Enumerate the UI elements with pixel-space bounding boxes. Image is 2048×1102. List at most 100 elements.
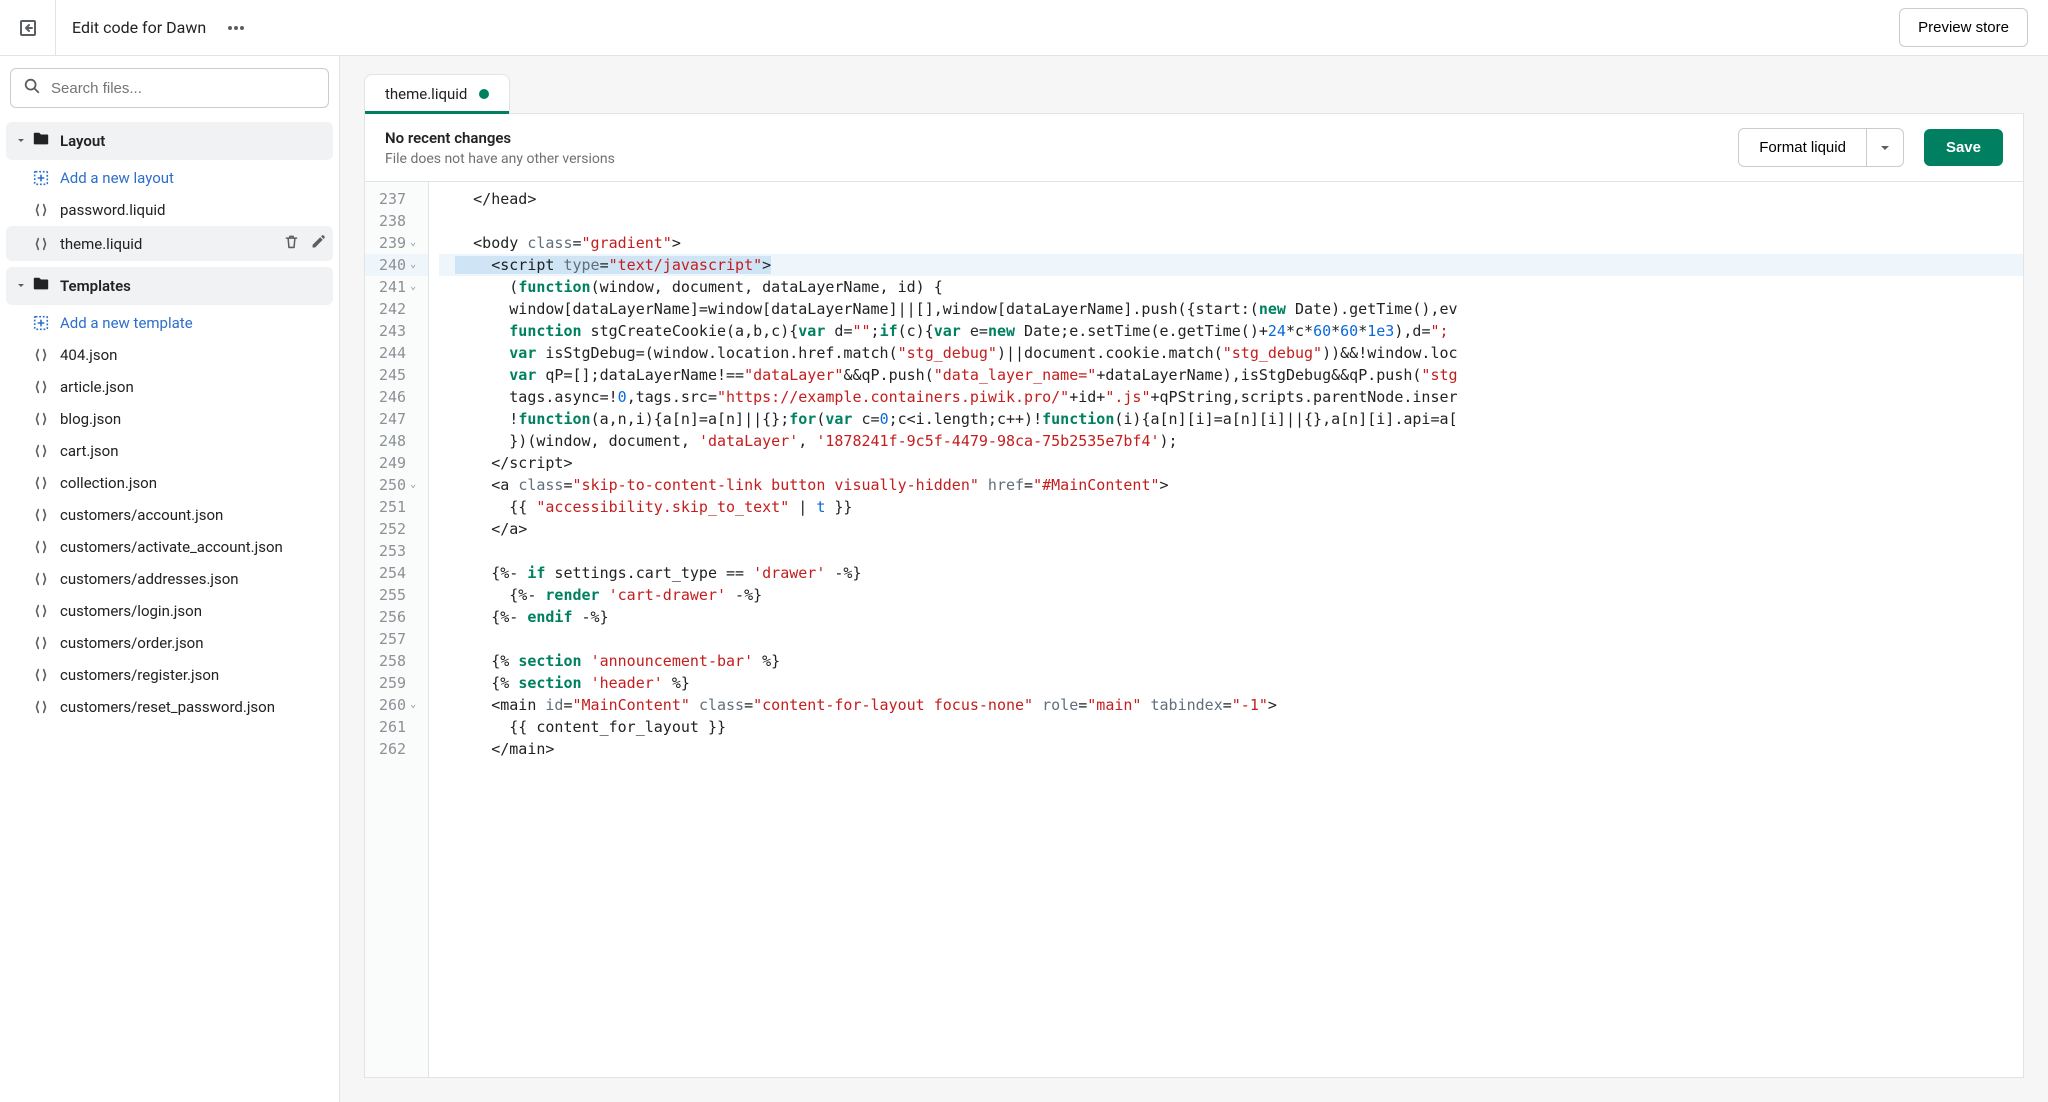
editor-tab[interactable]: theme.liquid: [364, 74, 510, 113]
line-number[interactable]: 252: [365, 518, 428, 540]
code-line[interactable]: </head>: [439, 188, 2023, 210]
file-item[interactable]: article.json: [6, 371, 333, 403]
line-number[interactable]: 248: [365, 430, 428, 452]
code-line[interactable]: {%- if settings.cart_type == 'drawer' -%…: [439, 562, 2023, 584]
dots-horizontal-icon: [227, 19, 245, 37]
preview-store-button[interactable]: Preview store: [1899, 8, 2028, 47]
code-line[interactable]: {{ content_for_layout }}: [439, 716, 2023, 738]
editor-pane: theme.liquid No recent changes File does…: [340, 56, 2048, 1102]
line-number[interactable]: 246: [365, 386, 428, 408]
tab-label: theme.liquid: [385, 85, 467, 103]
code-line[interactable]: {%- endif -%}: [439, 606, 2023, 628]
file-item[interactable]: collection.json: [6, 467, 333, 499]
file-item[interactable]: customers/order.json: [6, 627, 333, 659]
save-button[interactable]: Save: [1924, 129, 2003, 166]
line-number[interactable]: 239⌄: [365, 232, 428, 254]
file-item[interactable]: customers/register.json: [6, 659, 333, 691]
code-line[interactable]: [439, 210, 2023, 232]
line-number[interactable]: 243: [365, 320, 428, 342]
code-line[interactable]: {% section 'header' %}: [439, 672, 2023, 694]
code-line[interactable]: (function(window, document, dataLayerNam…: [439, 276, 2023, 298]
line-number[interactable]: 241⌄: [365, 276, 428, 298]
add-new-layout[interactable]: Add a new layout: [6, 162, 333, 194]
recent-changes-title: No recent changes: [385, 129, 615, 147]
file-label: customers/order.json: [60, 634, 204, 652]
file-icon: [32, 474, 50, 492]
line-number[interactable]: 238: [365, 210, 428, 232]
line-number[interactable]: 254: [365, 562, 428, 584]
code-line[interactable]: <a class="skip-to-content-link button vi…: [439, 474, 2023, 496]
line-number[interactable]: 260⌄: [365, 694, 428, 716]
line-number[interactable]: 259: [365, 672, 428, 694]
code-line[interactable]: window[dataLayerName]=window[dataLayerNa…: [439, 298, 2023, 320]
file-item[interactable]: customers/reset_password.json: [6, 691, 333, 723]
code-line[interactable]: function stgCreateCookie(a,b,c){var d=""…: [439, 320, 2023, 342]
file-item[interactable]: cart.json: [6, 435, 333, 467]
file-icon: [32, 634, 50, 652]
line-number[interactable]: 237: [365, 188, 428, 210]
line-number[interactable]: 245: [365, 364, 428, 386]
unsaved-indicator-icon: [479, 89, 489, 99]
code-line[interactable]: var qP=[];dataLayerName!=="dataLayer"&&q…: [439, 364, 2023, 386]
exit-icon: [18, 18, 38, 38]
search-files-input[interactable]: [10, 68, 329, 108]
line-number[interactable]: 242: [365, 298, 428, 320]
code-line[interactable]: {%- render 'cart-drawer' -%}: [439, 584, 2023, 606]
line-number[interactable]: 250⌄: [365, 474, 428, 496]
code-line[interactable]: })(window, document, 'dataLayer', '18782…: [439, 430, 2023, 452]
line-number[interactable]: 256: [365, 606, 428, 628]
more-menu-button[interactable]: [218, 10, 254, 46]
file-item[interactable]: customers/login.json: [6, 595, 333, 627]
code-line[interactable]: var isStgDebug=(window.location.href.mat…: [439, 342, 2023, 364]
delete-file-button[interactable]: [283, 233, 300, 254]
line-number[interactable]: 257: [365, 628, 428, 650]
file-icon: [32, 378, 50, 396]
code-line[interactable]: tags.async=!0,tags.src="https://example.…: [439, 386, 2023, 408]
code-editor[interactable]: 237238239⌄240⌄241⌄2422432442452462472482…: [364, 182, 2024, 1078]
topbar: Edit code for Dawn Preview store: [0, 0, 2048, 56]
line-number[interactable]: 255: [365, 584, 428, 606]
file-label: cart.json: [60, 442, 119, 460]
line-number[interactable]: 244: [365, 342, 428, 364]
code-line[interactable]: [439, 540, 2023, 562]
format-dropdown-button[interactable]: [1867, 128, 1904, 167]
line-number[interactable]: 249: [365, 452, 428, 474]
line-number[interactable]: 253: [365, 540, 428, 562]
file-label: article.json: [60, 378, 134, 396]
file-item[interactable]: customers/addresses.json: [6, 563, 333, 595]
code-content[interactable]: </head> <body class="gradient"> <script …: [429, 182, 2023, 1077]
line-number[interactable]: 262: [365, 738, 428, 760]
file-item[interactable]: 404.json: [6, 339, 333, 371]
code-line[interactable]: !function(a,n,i){a[n]=a[n]||{};for(var c…: [439, 408, 2023, 430]
add-icon: [32, 169, 50, 187]
exit-button[interactable]: [0, 0, 56, 56]
rename-file-button[interactable]: [310, 233, 327, 254]
folder-header-layout[interactable]: Layout: [6, 122, 333, 160]
code-line[interactable]: </main>: [439, 738, 2023, 760]
chevron-down-icon: [14, 136, 28, 146]
line-number[interactable]: 251: [365, 496, 428, 518]
file-item[interactable]: customers/account.json: [6, 499, 333, 531]
code-line[interactable]: [439, 628, 2023, 650]
format-liquid-button[interactable]: Format liquid: [1738, 128, 1867, 167]
code-line[interactable]: <body class="gradient">: [439, 232, 2023, 254]
line-number[interactable]: 258: [365, 650, 428, 672]
file-item[interactable]: customers/activate_account.json: [6, 531, 333, 563]
file-item[interactable]: blog.json: [6, 403, 333, 435]
code-line[interactable]: {% section 'announcement-bar' %}: [439, 650, 2023, 672]
code-line[interactable]: {{ "accessibility.skip_to_text" | t }}: [439, 496, 2023, 518]
file-label: customers/addresses.json: [60, 570, 239, 588]
file-item[interactable]: password.liquid: [6, 194, 333, 226]
code-line[interactable]: <script type="text/javascript">: [439, 254, 2023, 276]
folder-header-templates[interactable]: Templates: [6, 267, 333, 305]
search-input-field[interactable]: [51, 80, 316, 97]
file-item[interactable]: theme.liquid: [6, 226, 333, 261]
code-line[interactable]: </script>: [439, 452, 2023, 474]
file-label: theme.liquid: [60, 235, 142, 253]
add-new-templates[interactable]: Add a new template: [6, 307, 333, 339]
line-number[interactable]: 261: [365, 716, 428, 738]
code-line[interactable]: </a>: [439, 518, 2023, 540]
line-number[interactable]: 240⌄: [365, 254, 428, 276]
line-number[interactable]: 247: [365, 408, 428, 430]
code-line[interactable]: <main id="MainContent" class="content-fo…: [439, 694, 2023, 716]
